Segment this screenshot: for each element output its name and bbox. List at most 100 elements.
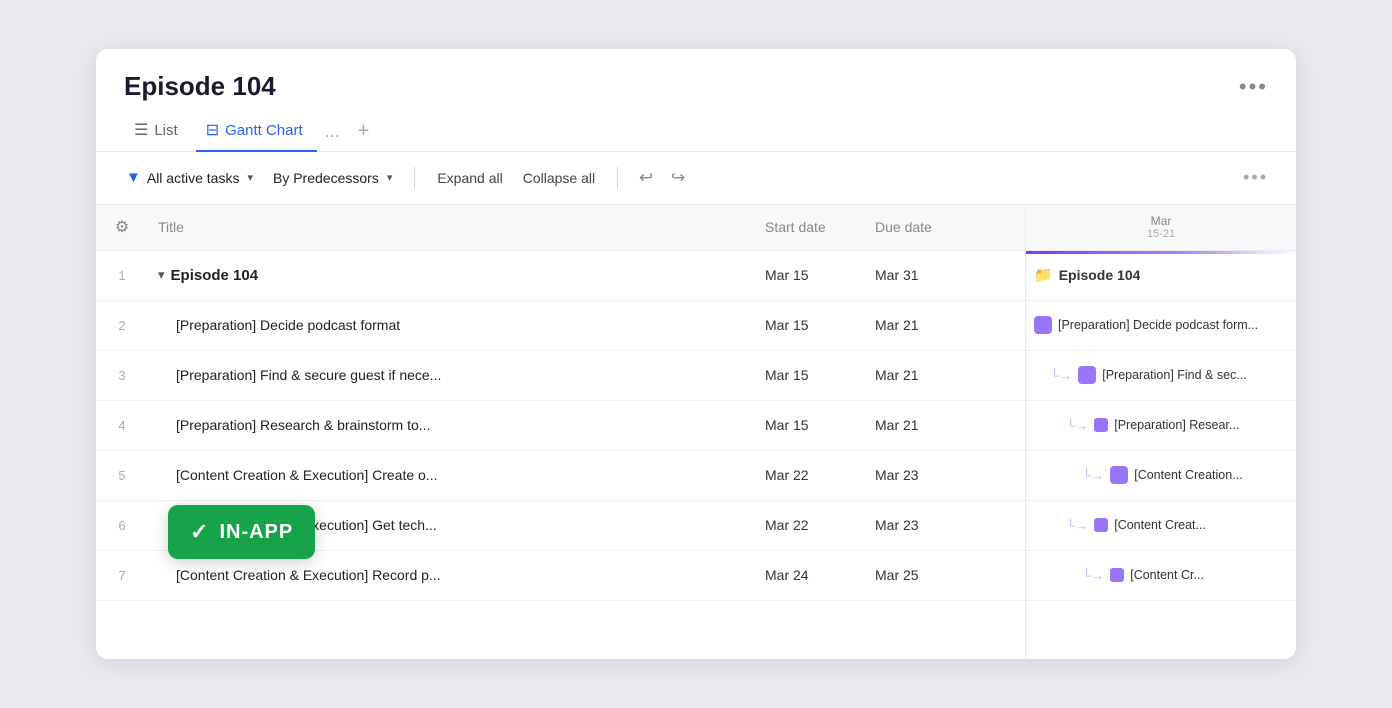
gantt-item: └→ [Content Cr... [1034, 568, 1204, 583]
row-number: 6 [96, 501, 148, 550]
row-title-text: [Preparation] Find & secure guest if nec… [176, 367, 441, 383]
expand-arrow[interactable]: ▾ [158, 267, 165, 283]
row-title-text: [Preparation] Research & brainstorm to..… [176, 417, 430, 433]
row-due-date: Mar 23 [865, 517, 975, 533]
gantt-month-label: Mar [1036, 214, 1286, 228]
predecessors-dropdown-arrow: ▾ [387, 171, 393, 184]
row-title-text: [Content Creation & Execution] Create o.… [176, 467, 437, 483]
row-title-cell[interactable]: [Content Creation & Execution] Record p.… [148, 567, 755, 583]
tree-connector: └→ [1066, 518, 1088, 533]
row-title-cell[interactable]: [Content Creation & Execution] Create o.… [148, 467, 755, 483]
gantt-label: [Content Cr... [1130, 568, 1204, 582]
page-title: Episode 104 [124, 71, 276, 102]
gantt-header: Mar 15-21 [1026, 205, 1296, 251]
gantt-label: Episode 104 [1059, 267, 1141, 283]
gantt-label: [Content Creat... [1114, 518, 1206, 532]
row-number: 2 [96, 301, 148, 350]
row-start-date: Mar 22 [755, 517, 865, 533]
table-header: ⚙ Title Start date Due date [96, 205, 1025, 251]
main-content: ⚙ Title Start date Due date 1 ▾ Episode … [96, 205, 1296, 660]
gantt-bar [1094, 518, 1108, 532]
header-more-button[interactable]: ••• [1239, 74, 1268, 100]
row-number: 4 [96, 401, 148, 450]
gantt-item: └→ [Content Creat... [1034, 518, 1206, 533]
row-start-date: Mar 15 [755, 367, 865, 383]
row-start-date: Mar 15 [755, 317, 865, 333]
collapse-all-button[interactable]: Collapse all [513, 165, 605, 191]
table-row: 2 [Preparation] Decide podcast format Ma… [96, 301, 1025, 351]
row-title-cell[interactable]: [Preparation] Find & secure guest if nec… [148, 367, 755, 383]
gantt-label: [Content Creation... [1134, 468, 1242, 482]
header: Episode 104 ••• [96, 49, 1296, 102]
row-start-date: Mar 24 [755, 567, 865, 583]
row-due-date: Mar 21 [865, 417, 975, 433]
table-body: 1 ▾ Episode 104 Mar 15 Mar 31 2 [96, 251, 1025, 660]
row-start-date: Mar 22 [755, 467, 865, 483]
row-title-text: [Content Creation & Execution] Record p.… [176, 567, 441, 583]
redo-button[interactable]: ↪ [662, 162, 694, 194]
row-title-text: [Preparation] Decide podcast format [176, 317, 400, 333]
row-number: 7 [96, 551, 148, 600]
row-start-date: Mar 15 [755, 267, 865, 283]
row-title-text: Episode 104 [171, 267, 259, 284]
gantt-bar [1078, 366, 1096, 384]
gantt-row: └→ [Preparation] Resear... [1026, 401, 1296, 451]
start-col-header: Start date [755, 219, 865, 235]
in-app-badge: ✓ IN-APP [168, 505, 315, 559]
filter-button[interactable]: ▼ All active tasks ▾ [116, 164, 263, 191]
gantt-item: [Preparation] Decide podcast form... [1034, 316, 1258, 334]
row-title-cell[interactable]: ▾ Episode 104 [148, 267, 755, 284]
gantt-row: └→ [Preparation] Find & sec... [1026, 351, 1296, 401]
folder-icon: 📁 [1034, 266, 1053, 284]
in-app-label: IN-APP [219, 521, 293, 544]
gantt-row: └→ [Content Cr... [1026, 551, 1296, 601]
expand-all-button[interactable]: Expand all [427, 165, 512, 191]
tabs-more-button[interactable]: ... [325, 121, 340, 142]
main-window: Episode 104 ••• ☰ List ⊟ Gantt Chart ...… [96, 49, 1296, 659]
gantt-bar [1034, 316, 1052, 334]
toolbar-more-button[interactable]: ••• [1235, 162, 1276, 193]
row-number: 1 [96, 251, 148, 300]
gantt-body: 📁 Episode 104 [Preparation] Decide podca… [1026, 251, 1296, 660]
undo-icon: ↩ [639, 168, 653, 188]
title-col-header: Title [148, 219, 755, 235]
gantt-bar [1110, 568, 1124, 582]
settings-icon[interactable]: ⚙ [115, 217, 129, 237]
tree-connector: └→ [1082, 468, 1104, 483]
due-col-header: Due date [865, 219, 975, 235]
row-title-cell[interactable]: [Preparation] Decide podcast format [148, 317, 755, 333]
row-title-cell[interactable]: [Preparation] Research & brainstorm to..… [148, 417, 755, 433]
tab-add-button[interactable]: + [350, 116, 378, 147]
tabs-bar: ☰ List ⊟ Gantt Chart ... + [96, 102, 1296, 152]
undo-button[interactable]: ↩ [630, 162, 662, 194]
tree-connector: └→ [1050, 368, 1072, 383]
gantt-item: └→ [Content Creation... [1034, 466, 1243, 484]
table-row: 1 ▾ Episode 104 Mar 15 Mar 31 [96, 251, 1025, 301]
table-row: 4 [Preparation] Research & brainstorm to… [96, 401, 1025, 451]
all-tasks-dropdown-arrow: ▾ [247, 171, 253, 184]
row-due-date: Mar 21 [865, 317, 975, 333]
gantt-row: 📁 Episode 104 [1026, 251, 1296, 301]
all-active-tasks-label: All active tasks [147, 170, 240, 186]
row-due-date: Mar 25 [865, 567, 975, 583]
gantt-label: [Preparation] Decide podcast form... [1058, 318, 1258, 332]
table-area: ⚙ Title Start date Due date 1 ▾ Episode … [96, 205, 1026, 660]
row-number: 3 [96, 351, 148, 400]
redo-icon: ↪ [671, 168, 685, 188]
gantt-label: [Preparation] Resear... [1114, 418, 1239, 432]
gantt-label: [Preparation] Find & sec... [1102, 368, 1247, 382]
list-icon: ☰ [134, 120, 148, 140]
tab-gantt[interactable]: ⊟ Gantt Chart [196, 112, 317, 152]
toolbar-divider-2 [617, 167, 618, 189]
toolbar-divider [414, 167, 415, 189]
gantt-bar [1094, 418, 1108, 432]
row-number: 5 [96, 451, 148, 500]
table-row: 5 [Content Creation & Execution] Create … [96, 451, 1025, 501]
tree-connector: └→ [1082, 568, 1104, 583]
tab-list[interactable]: ☰ List [124, 112, 192, 152]
settings-col: ⚙ [96, 205, 148, 250]
gantt-icon: ⊟ [206, 120, 219, 140]
tree-connector: └→ [1066, 418, 1088, 433]
by-predecessors-button[interactable]: By Predecessors ▾ [263, 165, 402, 191]
gantt-row: [Preparation] Decide podcast form... [1026, 301, 1296, 351]
